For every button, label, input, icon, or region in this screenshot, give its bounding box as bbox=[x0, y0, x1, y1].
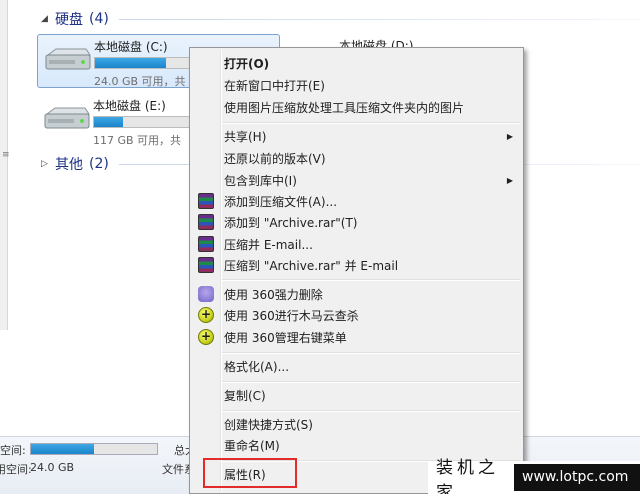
space-usage-fill bbox=[31, 444, 94, 454]
eraser-icon bbox=[198, 286, 214, 302]
menu-item-include-in-library[interactable]: 包含到库中(I) ▶ bbox=[192, 169, 521, 191]
menu-item-compress-rar-email[interactable]: 压缩到 "Archive.rar" 并 E-mail bbox=[192, 254, 521, 276]
group-count: (2) bbox=[89, 156, 109, 172]
collapse-arrow-icon[interactable]: ◢ bbox=[41, 14, 55, 24]
menu-item-label: 还原以前的版本(V) bbox=[224, 151, 326, 166]
drive-space-info: 24.0 GB 可用，共 bbox=[94, 75, 186, 88]
hard-drive-icon bbox=[45, 48, 91, 70]
navigation-pane-edge: ≡ bbox=[0, 0, 10, 330]
menu-item-label: 打开(O) bbox=[224, 56, 270, 71]
drive-usage-fill bbox=[95, 58, 166, 68]
free-space-value: 24.0 GB bbox=[30, 461, 75, 474]
menu-item-open[interactable]: 打开(O) bbox=[192, 52, 521, 74]
menu-item-360-trojan-scan[interactable]: + 使用 360进行木马云查杀 bbox=[192, 304, 521, 326]
properties-highlight-box bbox=[203, 458, 297, 488]
menu-separator bbox=[222, 410, 520, 412]
menu-separator bbox=[222, 279, 520, 281]
watermark-url: www.lotpc.com bbox=[514, 464, 640, 491]
menu-item-label: 格式化(A)... bbox=[224, 359, 290, 374]
group-header-other[interactable]: ▷ 其他 (2) bbox=[41, 155, 109, 173]
menu-item-copy[interactable]: 复制(C) bbox=[192, 384, 521, 406]
menu-item-label: 在新窗口中打开(E) bbox=[224, 78, 325, 93]
menu-item-format[interactable]: 格式化(A)... bbox=[192, 355, 521, 377]
drive-usage-bar bbox=[94, 57, 194, 69]
watermark: 装机之家 www.lotpc.com bbox=[428, 458, 640, 494]
submenu-arrow-icon: ▶ bbox=[506, 175, 513, 185]
menu-item-label: 共享(H) bbox=[224, 129, 267, 144]
space-label: 空间: bbox=[0, 444, 26, 457]
winrar-icon bbox=[198, 257, 214, 273]
space-usage-bar bbox=[30, 443, 158, 455]
menu-item-open-new-window[interactable]: 在新窗口中打开(E) bbox=[192, 74, 521, 96]
menu-item-add-to-archive-rar[interactable]: 添加到 "Archive.rar"(T) bbox=[192, 211, 521, 233]
menu-separator bbox=[222, 122, 520, 124]
winrar-icon bbox=[198, 236, 214, 252]
menu-separator bbox=[222, 381, 520, 383]
menu-item-share[interactable]: 共享(H) ▶ bbox=[192, 125, 521, 147]
menu-item-label: 压缩到 "Archive.rar" 并 E-mail bbox=[224, 258, 399, 273]
drive-usage-fill bbox=[94, 117, 124, 127]
watermark-text: 装机之家 bbox=[436, 457, 499, 494]
submenu-arrow-icon: ▶ bbox=[506, 131, 513, 141]
hard-drive-icon bbox=[44, 107, 90, 129]
group-label: 硬盘 bbox=[55, 12, 83, 28]
menu-item-label: 添加到压缩文件(A)... bbox=[224, 194, 338, 209]
splitter-grip-icon[interactable]: ≡ bbox=[2, 150, 10, 160]
shield-360-icon: + bbox=[198, 329, 214, 345]
group-count: (4) bbox=[89, 11, 109, 27]
menu-item-label: 添加到 "Archive.rar"(T) bbox=[224, 215, 358, 230]
menu-item-restore-previous[interactable]: 还原以前的版本(V) bbox=[192, 147, 521, 169]
menu-item-label: 使用 360管理右键菜单 bbox=[224, 330, 347, 345]
menu-item-create-shortcut[interactable]: 创建快捷方式(S) bbox=[192, 413, 521, 435]
menu-item-label: 使用图片压缩放处理工具压缩文件夹内的图片 bbox=[224, 100, 465, 115]
menu-item-label: 压缩并 E-mail... bbox=[224, 237, 313, 252]
drive-name: 本地磁盘 (C:) bbox=[94, 40, 168, 54]
group-header-hard-disks[interactable]: ◢ 硬盘 (4) bbox=[41, 10, 109, 28]
drive-space-info: 117 GB 可用，共 bbox=[93, 134, 182, 147]
context-menu: 打开(O) 在新窗口中打开(E) 使用图片压缩放处理工具压缩文件夹内的图片 共享… bbox=[189, 47, 524, 494]
winrar-icon bbox=[198, 193, 214, 209]
shield-360-icon: + bbox=[198, 307, 214, 323]
free-space-label: 可用空间: bbox=[0, 463, 32, 476]
menu-separator bbox=[222, 352, 520, 354]
menu-item-360-manage-menu[interactable]: + 使用 360管理右键菜单 bbox=[192, 326, 521, 348]
menu-item-label: 创建快捷方式(S) bbox=[224, 417, 313, 432]
menu-item-label: 重命名(M) bbox=[224, 438, 280, 453]
menu-item-label: 包含到库中(I) bbox=[224, 173, 297, 188]
menu-item-compress-images[interactable]: 使用图片压缩放处理工具压缩文件夹内的图片 bbox=[192, 96, 521, 118]
drive-usage-bar bbox=[93, 116, 193, 128]
menu-item-label: 使用 360进行木马云查杀 bbox=[224, 308, 359, 323]
winrar-icon bbox=[198, 214, 214, 230]
expand-arrow-icon[interactable]: ▷ bbox=[41, 159, 55, 169]
menu-item-add-to-archive[interactable]: 添加到压缩文件(A)... bbox=[192, 190, 521, 212]
menu-item-label: 复制(C) bbox=[224, 388, 266, 403]
drive-name: 本地磁盘 (E:) bbox=[93, 99, 166, 113]
group-label: 其他 bbox=[55, 157, 83, 173]
menu-item-label: 使用 360强力删除 bbox=[224, 287, 323, 302]
menu-item-360-force-delete[interactable]: 使用 360强力删除 bbox=[192, 283, 521, 305]
group-divider bbox=[119, 19, 640, 20]
menu-item-compress-email[interactable]: 压缩并 E-mail... bbox=[192, 233, 521, 255]
